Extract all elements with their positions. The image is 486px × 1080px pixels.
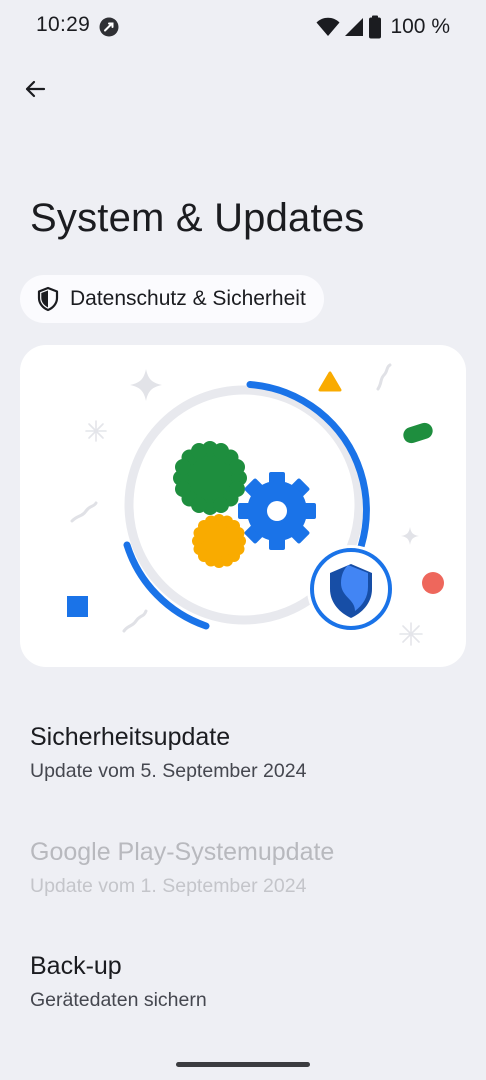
triangle-decoration	[318, 371, 342, 392]
status-bar: 10:29 100 %	[0, 0, 486, 56]
squiggle-decoration	[70, 501, 98, 523]
battery-full-icon	[369, 15, 382, 39]
chip-label: Datenschutz & Sicherheit	[70, 287, 306, 310]
item-subtitle: Gerätedaten sichern	[30, 989, 207, 1011]
app-notification-icon	[99, 17, 119, 37]
google-play-system-update-item[interactable]: Google Play-Systemupdate Update vom 1. S…	[30, 837, 460, 899]
sparkle-icon	[130, 369, 162, 401]
wifi-icon	[316, 17, 340, 36]
sparkle-icon	[401, 527, 419, 545]
gear-icon	[238, 472, 316, 550]
arrow-back-icon	[25, 80, 46, 98]
gesture-navigation-handle[interactable]	[176, 1062, 310, 1067]
item-subtitle: Update vom 1. September 2024	[30, 875, 307, 897]
backup-item[interactable]: Back-up Gerätedaten sichern	[30, 951, 460, 1013]
shield-outline-icon	[37, 286, 59, 312]
illustration-card	[20, 345, 466, 667]
item-subtitle: Update vom 5. September 2024	[30, 760, 307, 782]
system-updates-illustration	[67, 363, 444, 646]
item-title: Back-up	[30, 952, 122, 980]
dot-decoration	[422, 572, 444, 594]
page-title: System & Updates	[30, 196, 365, 240]
back-button[interactable]	[18, 72, 52, 106]
squiggle-decoration	[122, 609, 148, 633]
square-decoration	[67, 596, 88, 617]
privacy-security-chip[interactable]: Datenschutz & Sicherheit	[20, 275, 324, 323]
item-title: Sicherheitsupdate	[30, 723, 231, 751]
item-title: Google Play-Systemupdate	[30, 838, 335, 866]
yellow-gear-decoration	[192, 514, 246, 568]
status-time: 10:29	[36, 13, 91, 36]
green-gear-decoration	[173, 441, 247, 515]
pill-decoration	[403, 422, 433, 444]
battery-percentage: 100 %	[390, 15, 450, 38]
shield-icon	[307, 545, 395, 633]
status-icons: 100 %	[316, 14, 450, 40]
security-update-item[interactable]: Sicherheitsupdate Update vom 5. Septembe…	[30, 722, 460, 784]
squiggle-decoration	[376, 363, 392, 391]
cellular-signal-icon	[345, 18, 364, 36]
